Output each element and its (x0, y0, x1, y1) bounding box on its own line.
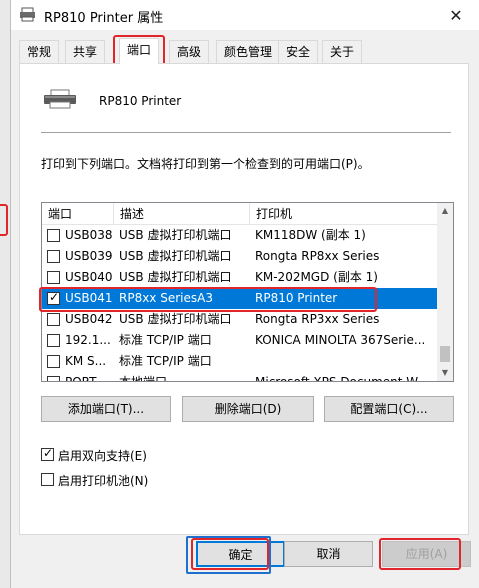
vertical-scrollbar[interactable]: ▲ ▼ (437, 203, 453, 381)
background-window (0, 0, 10, 588)
description-cell: USB 虚拟打印机端口 (119, 249, 232, 263)
description-cell: USB 虚拟打印机端口 (119, 228, 232, 242)
port-checkbox[interactable] (47, 376, 60, 381)
title-bar: RP810 Printer 属性 ✕ (11, 0, 479, 30)
ports-panel: RP810 Printer 打印到下列端口。文档将打印到第一个检查到的可用端口(… (19, 63, 469, 535)
add-port-button[interactable]: 添加端口(T)... (41, 396, 171, 422)
ok-highlight-red-box (191, 538, 269, 570)
printer-properties-dialog: RP810 Printer 属性 ✕ 常规 共享 端口 高级 颜色管理 安全 关… (10, 0, 479, 588)
printer-cell: KM118DW (副本 1) (255, 228, 366, 242)
row-highlight-box (39, 287, 377, 312)
port-checkbox[interactable] (47, 355, 60, 368)
port-cell: 192.1... (65, 333, 111, 347)
scroll-up-arrow-icon[interactable]: ▲ (437, 203, 453, 219)
port-checkbox[interactable] (47, 229, 60, 242)
tab-general[interactable]: 常规 (19, 40, 60, 64)
printer-cell: KONICA MINOLTA 367Serie... (255, 333, 426, 347)
printer-cell: Rongta RP8xx Series (255, 249, 380, 263)
port-row-usb042[interactable]: USB042 USB 虚拟打印机端口 Rongta RP3xx Series (42, 309, 438, 330)
port-checkbox[interactable] (47, 250, 60, 263)
separator (41, 132, 451, 133)
printer-icon (44, 89, 76, 109)
apply-highlight-box (379, 538, 461, 570)
close-button[interactable]: ✕ (433, 0, 479, 30)
port-list-header: 端口 描述 打印机 (42, 203, 438, 225)
port-row-local[interactable]: PORT... 本地端口 Microsoft XPS Document W... (42, 372, 438, 382)
printer-cell: KM-202MGD (副本 1) (255, 270, 378, 284)
port-row-tcpip-2[interactable]: KM S... 标准 TCP/IP 端口 (42, 351, 438, 372)
description-cell: USB 虚拟打印机端口 (119, 270, 232, 284)
printer-cell (255, 351, 435, 372)
port-cell: USB039 (65, 249, 113, 263)
port-cell: KM S... (65, 354, 107, 368)
printer-cell: Rongta RP3xx Series (255, 312, 380, 326)
printer-cell: Microsoft XPS Document W... (255, 375, 429, 382)
tab-advanced[interactable]: 高级 (169, 40, 210, 64)
tab-sharing[interactable]: 共享 (65, 40, 106, 64)
port-row-tcpip-1[interactable]: 192.1... 标准 TCP/IP 端口 KONICA MINOLTA 367… (42, 330, 438, 351)
pooling-label: 启用打印机池(N) (58, 474, 149, 488)
close-icon: ✕ (449, 5, 463, 25)
configure-port-button[interactable]: 配置端口(C)... (324, 396, 454, 422)
printer-name: RP810 Printer (99, 94, 182, 108)
port-cell: USB038 (65, 228, 113, 242)
pooling-checkbox[interactable] (41, 473, 54, 486)
description-cell: 标准 TCP/IP 端口 (119, 333, 212, 347)
bidirectional-label: 启用双向支持(E) (58, 449, 147, 463)
tab-ports[interactable]: 端口 (119, 38, 160, 64)
description-cell: 本地端口 (119, 375, 168, 382)
column-header-description[interactable]: 描述 (114, 203, 250, 225)
bidirectional-checkbox[interactable] (41, 446, 54, 461)
tab-color-management[interactable]: 颜色管理 (216, 40, 281, 64)
scrollbar-thumb[interactable] (440, 346, 450, 362)
port-row-usb039[interactable]: USB039 USB 虚拟打印机端口 Rongta RP8xx Series (42, 246, 438, 267)
port-row-usb038[interactable]: USB038 USB 虚拟打印机端口 KM118DW (副本 1) (42, 225, 438, 246)
port-cell: USB042 (65, 312, 113, 326)
background-highlight-box (0, 204, 8, 236)
column-header-printer[interactable]: 打印机 (250, 203, 438, 225)
tab-about[interactable]: 关于 (322, 40, 363, 64)
port-checkbox[interactable] (47, 334, 60, 347)
scroll-down-arrow-icon[interactable]: ▼ (437, 365, 453, 381)
port-checkbox[interactable] (47, 313, 60, 326)
port-row-usb040[interactable]: USB040 USB 虚拟打印机端口 KM-202MGD (副本 1) (42, 267, 438, 288)
tab-security[interactable]: 安全 (278, 40, 319, 64)
port-cell: PORT... (65, 375, 107, 382)
port-description: 打印到下列端口。文档将打印到第一个检查到的可用端口(P)。 (41, 157, 370, 171)
port-cell: USB040 (65, 270, 113, 284)
description-cell: USB 虚拟打印机端口 (119, 312, 232, 326)
printer-icon (20, 7, 35, 22)
description-cell: 标准 TCP/IP 端口 (119, 354, 212, 368)
delete-port-button[interactable]: 删除端口(D) (182, 396, 314, 422)
port-checkbox[interactable] (47, 271, 60, 284)
window-title: RP810 Printer 属性 (44, 11, 164, 26)
column-header-port[interactable]: 端口 (42, 203, 114, 225)
cancel-button[interactable]: 取消 (284, 541, 373, 567)
